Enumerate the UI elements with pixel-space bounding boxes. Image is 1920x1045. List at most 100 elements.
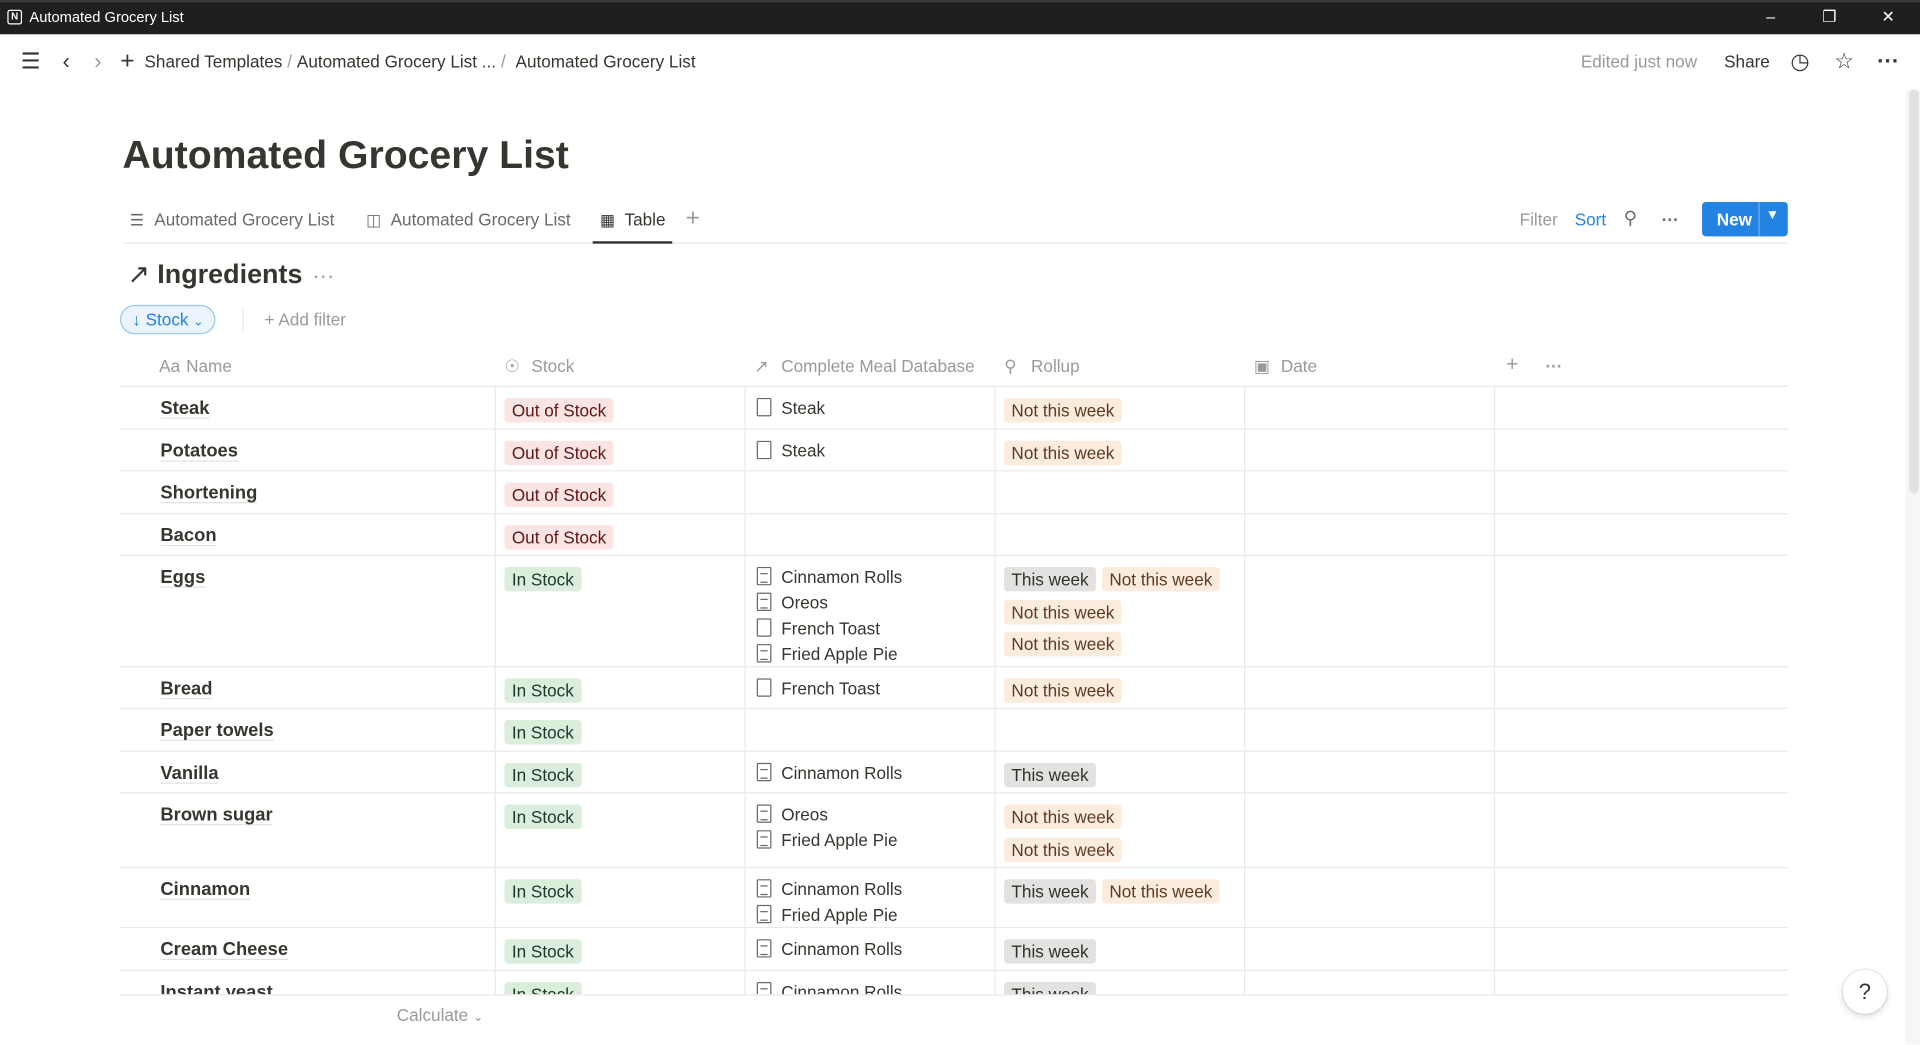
tab-board-view[interactable]: ◫ Automated Grocery List <box>359 196 578 244</box>
rollup-tag: This week <box>1004 879 1096 904</box>
column-header-meals[interactable]: ↗ Complete Meal Database <box>754 356 974 377</box>
row-name[interactable]: Potatoes <box>160 441 238 462</box>
table-row[interactable]: Steak Out of Stock Steak Not this week <box>120 386 1788 430</box>
stock-tag: Out of Stock <box>504 482 614 507</box>
table-row[interactable]: Bread In Stock French Toast Not this week <box>120 667 1788 709</box>
add-filter-button[interactable]: + Add filter <box>264 310 346 330</box>
database-title[interactable]: ↗ Ingredients ··· <box>127 258 334 290</box>
sort-pill[interactable]: ↓ Stock ⌄ <box>120 304 216 335</box>
tab-label: Automated Grocery List <box>154 209 335 229</box>
meal-label: Cinnamon Rolls <box>781 762 903 783</box>
meal-link[interactable]: Fried Apple Pie <box>756 642 898 668</box>
table-row[interactable]: Cream Cheese In Stock Cinnamon Rolls This w… <box>120 928 1788 972</box>
row-name[interactable]: Bacon <box>160 525 216 546</box>
tab-list-view[interactable]: ☰ Automated Grocery List <box>122 196 341 244</box>
table-row[interactable]: Vanilla In Stock Cinnamon Rolls This week <box>120 751 1788 794</box>
calculate-button[interactable]: Calculate ⌄ <box>397 1005 484 1025</box>
filter-button[interactable]: Filter <box>1520 209 1558 229</box>
meal-link[interactable]: French Toast <box>756 616 881 642</box>
row-name[interactable]: Bread <box>160 678 212 699</box>
column-header-rollup[interactable]: ⚲ Rollup <box>1004 356 1080 377</box>
back-arrow-icon[interactable]: ‹ <box>56 47 76 76</box>
meal-label: Fried Apple Pie <box>781 644 898 664</box>
meal-link[interactable]: Cinnamon Rolls <box>756 877 902 903</box>
linked-arrow-icon: ↗ <box>127 258 150 289</box>
meal-link[interactable]: Cinnamon Rolls <box>756 937 903 963</box>
row-name[interactable]: Shortening <box>160 482 257 503</box>
row-name[interactable]: Steak <box>160 398 209 419</box>
share-button[interactable]: Share <box>1724 51 1770 71</box>
chevron-down-icon[interactable]: ▼ <box>1766 208 1779 223</box>
breadcrumb-item[interactable]: Shared Templates <box>144 51 282 71</box>
meal-link[interactable]: Oreos <box>756 802 828 828</box>
view-more-icon[interactable]: ··· <box>1662 209 1679 229</box>
table-row[interactable]: Paper towels In Stock <box>120 708 1788 752</box>
tab-table-view[interactable]: ▦ Table <box>592 196 673 244</box>
table-icon: ▦ <box>600 210 616 229</box>
meal-link[interactable]: Steak <box>756 438 826 464</box>
meal-link[interactable]: French Toast <box>756 676 881 702</box>
meal-link[interactable]: Steak <box>756 396 825 422</box>
scrollbar-thumb[interactable] <box>1908 89 1919 494</box>
search-icon[interactable]: ⚲ <box>1624 209 1637 229</box>
column-header-stock[interactable]: ☉ Stock <box>504 356 574 377</box>
new-button[interactable]: New ▼ <box>1702 202 1788 237</box>
column-header-name[interactable]: Aa Name <box>159 356 232 376</box>
breadcrumb-item[interactable]: Automated Grocery List <box>516 51 696 71</box>
chevron-down-icon: ⌄ <box>472 1011 484 1025</box>
table-row[interactable]: Cinnamon In Stock Cinnamon Rolls Fried Appl… <box>120 868 1788 929</box>
meal-label: French Toast <box>781 618 881 638</box>
menu-icon[interactable]: ☰ <box>17 47 44 76</box>
column-label: Name <box>186 356 232 376</box>
database-title-text: Ingredients <box>157 258 303 289</box>
meal-link[interactable]: Fried Apple Pie <box>756 828 898 854</box>
more-options-icon[interactable]: ··· <box>1873 47 1902 76</box>
database-more-icon[interactable]: ··· <box>312 263 334 287</box>
row-name[interactable]: Brown sugar <box>160 804 272 825</box>
row-name[interactable]: Eggs <box>160 567 205 588</box>
rollup-tag: This week <box>1004 566 1096 592</box>
add-page-icon[interactable]: + <box>115 47 139 76</box>
page-icon <box>756 904 772 924</box>
table-row[interactable]: Bacon Out of Stock <box>120 514 1788 556</box>
history-clock-icon[interactable]: ◷ <box>1788 47 1812 76</box>
row-name[interactable]: Cinnamon <box>160 879 250 900</box>
arrow-down-icon: ↓ <box>132 309 141 330</box>
help-button[interactable]: ? <box>1842 969 1887 1014</box>
meal-link[interactable]: Oreos <box>756 590 828 616</box>
close-icon[interactable]: ✕ <box>1876 5 1900 29</box>
table-row[interactable]: Brown sugar In Stock Oreos Fried Apple Pie N… <box>120 793 1788 869</box>
forward-arrow-icon[interactable]: › <box>88 47 108 76</box>
view-tabs-bar: ☰ Automated Grocery List ◫ Automated Groce… <box>122 196 1788 244</box>
meal-label: French Toast <box>781 678 881 698</box>
stock-tag: In Stock <box>504 939 582 964</box>
table-row[interactable]: Shortening Out of Stock <box>120 471 1788 515</box>
page-icon <box>756 830 772 849</box>
table-row[interactable]: Potatoes Out of Stock Steak Not this week <box>120 429 1788 472</box>
row-name[interactable]: Paper towels <box>160 720 273 741</box>
column-more-icon[interactable]: ··· <box>1545 356 1562 376</box>
page-title[interactable]: Automated Grocery List <box>122 132 568 177</box>
sort-button[interactable]: Sort <box>1575 209 1606 229</box>
meal-link[interactable]: Fried Apple Pie <box>756 902 898 928</box>
restore-icon[interactable]: ❐ <box>1817 5 1841 29</box>
rollup-tag: Not this week <box>1004 600 1122 625</box>
column-header-date[interactable]: ▣ Date <box>1254 356 1317 377</box>
list-icon: ☰ <box>129 210 145 229</box>
column-label: Stock <box>531 356 575 376</box>
add-view-icon[interactable]: + <box>686 206 700 230</box>
row-name[interactable]: Vanilla <box>160 763 218 784</box>
minimize-icon[interactable]: – <box>1758 5 1782 29</box>
row-name[interactable]: Cream Cheese <box>160 939 288 960</box>
meal-label: Cinnamon Rolls <box>781 939 903 959</box>
meal-link[interactable]: Cinnamon Rolls <box>756 564 902 590</box>
meal-label: Steak <box>781 440 826 461</box>
table-footer: Calculate ⌄ <box>120 994 1788 1045</box>
favorite-star-icon[interactable]: ☆ <box>1831 47 1858 76</box>
add-column-icon[interactable]: + <box>1506 353 1518 377</box>
rollup-tag: Not this week <box>1004 678 1122 703</box>
table-row[interactable]: Eggs In Stock Cinnamon Rolls Oreos French To… <box>120 555 1788 668</box>
relation-arrow-icon: ↗ <box>754 356 769 376</box>
breadcrumb-item[interactable]: Automated Grocery List ... <box>297 51 496 71</box>
meal-link[interactable]: Cinnamon Rolls <box>756 760 903 786</box>
